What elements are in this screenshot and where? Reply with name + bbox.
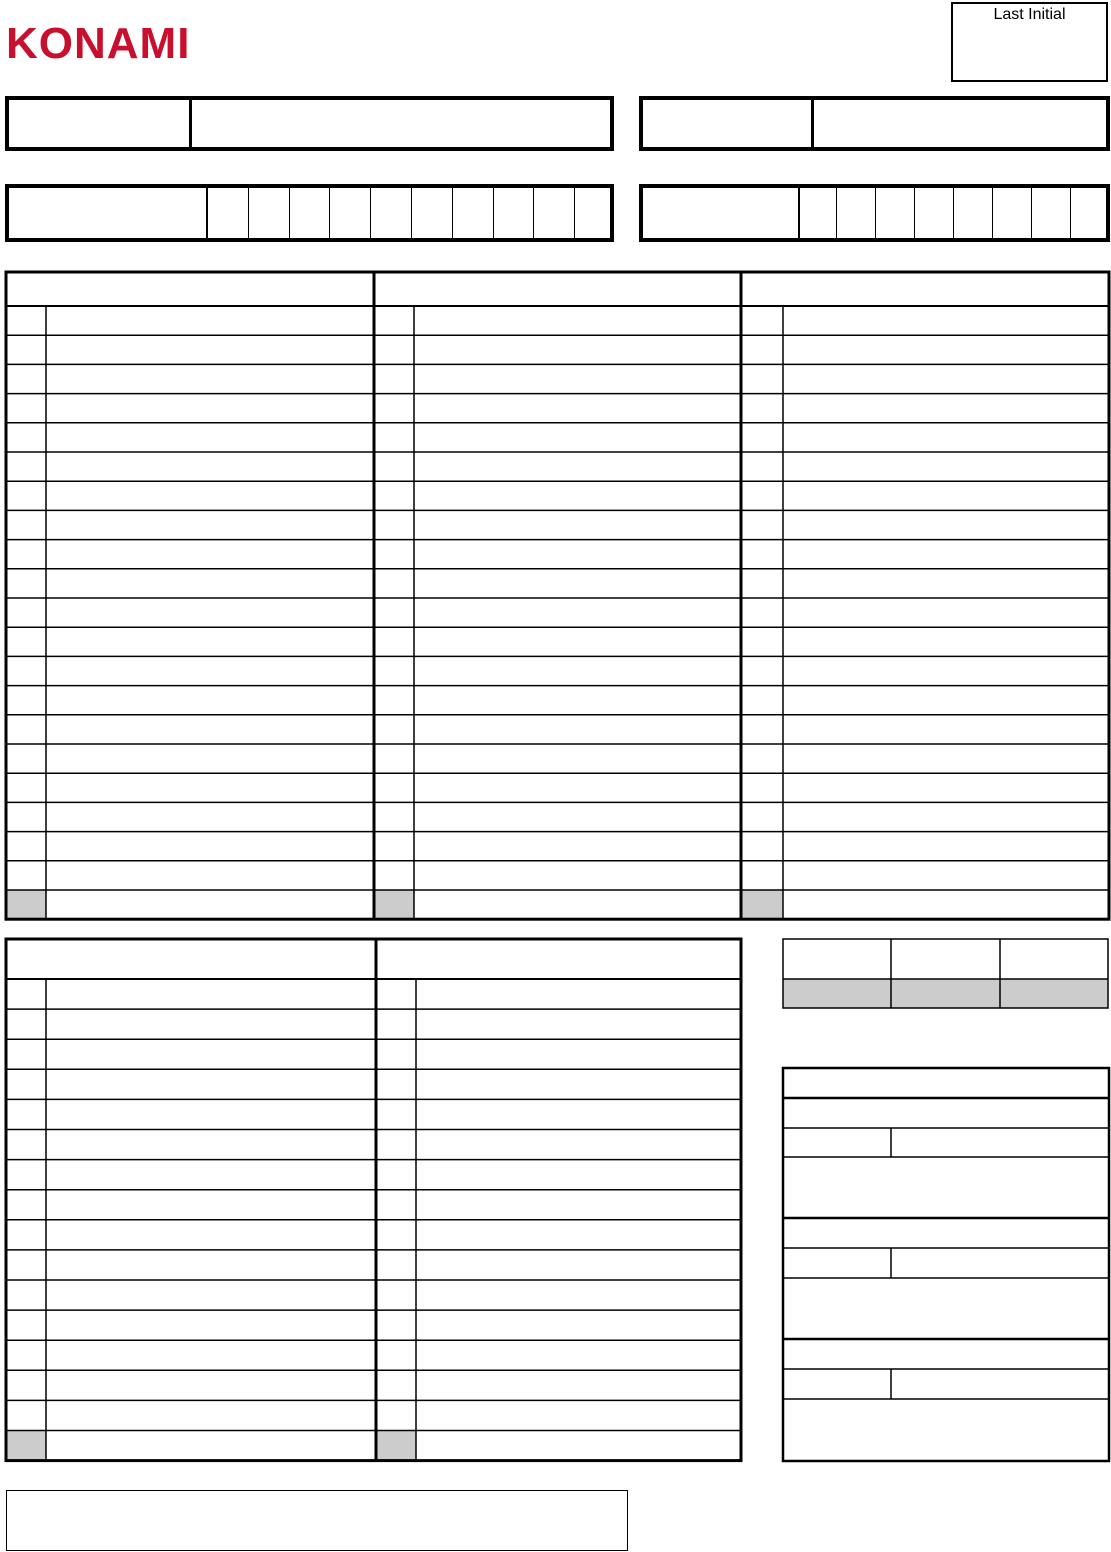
lower-table-border — [4, 937, 743, 1463]
notes-box[interactable] — [6, 1490, 628, 1551]
shaded-cell — [783, 979, 891, 1008]
info-panel-border — [781, 1066, 1111, 1463]
shaded-cell — [7, 890, 46, 920]
shaded-cell — [375, 890, 414, 920]
form-grid — [4, 270, 1111, 1463]
shaded-cell — [1000, 979, 1108, 1008]
main-table-border — [4, 270, 1111, 921]
shaded-cell — [891, 979, 1000, 1008]
shaded-cell — [377, 1430, 416, 1461]
shaded-cell — [742, 890, 783, 920]
shaded-cell — [7, 1430, 46, 1461]
